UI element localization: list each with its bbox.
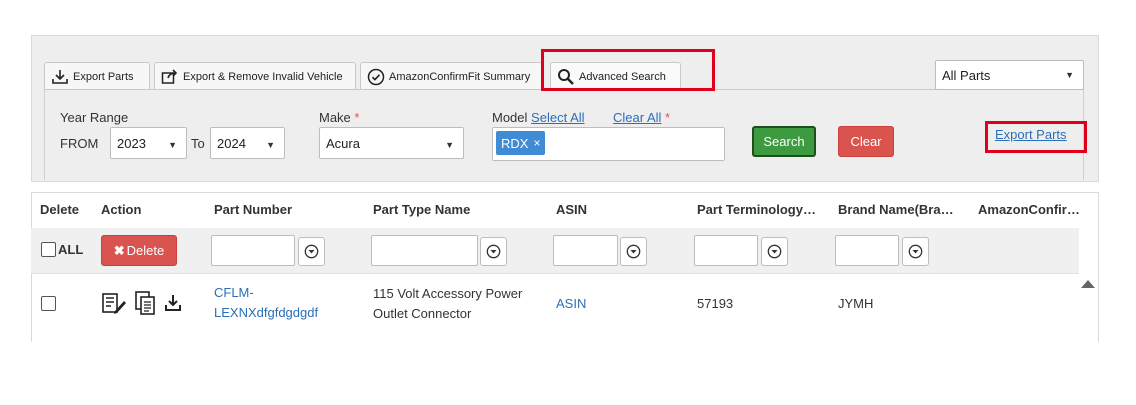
- year-to-select[interactable]: 2024 ▼: [210, 127, 285, 159]
- column-header-amazon-confirmfit[interactable]: AmazonConfir…: [978, 202, 1080, 217]
- chip-label: RDX: [501, 135, 529, 151]
- clear-all-wrap: Clear All *: [613, 110, 670, 125]
- from-label: FROM: [60, 136, 99, 151]
- parts-filter-value: All Parts: [942, 67, 991, 83]
- asin-filter-button[interactable]: [620, 237, 647, 266]
- select-all-link[interactable]: Select All: [531, 110, 584, 125]
- column-header-brand-name[interactable]: Brand Name(Bra…: [838, 202, 954, 217]
- tab-label: AmazonConfirmFit Summary: [389, 70, 531, 83]
- part-type-line: Outlet Connector: [373, 306, 472, 321]
- make-select[interactable]: Acura ▼: [319, 127, 464, 159]
- part-number-link[interactable]: CFLM- LEXNXdfgfdgdgdf: [214, 283, 318, 323]
- download-icon: [52, 69, 68, 84]
- model-label: Model Select All: [492, 110, 585, 125]
- brand-name-filter-input[interactable]: [835, 235, 899, 266]
- tab-export-parts[interactable]: Export Parts: [44, 62, 150, 90]
- year-from-value: 2023: [117, 135, 146, 151]
- make-value: Acura: [326, 135, 360, 151]
- part-type-filter-button[interactable]: [480, 237, 507, 266]
- select-all-checkbox[interactable]: [41, 242, 56, 257]
- part-number-filter-input[interactable]: [211, 235, 295, 266]
- row-divider: [31, 273, 1079, 274]
- all-label: ALL: [58, 242, 84, 257]
- filter-caret-icon: [767, 244, 782, 259]
- part-terminology-cell: 57193: [697, 296, 734, 311]
- delete-button[interactable]: ✖ Delete: [101, 235, 177, 266]
- share-icon: [161, 68, 178, 84]
- caret-down-icon: ▼: [445, 140, 454, 150]
- copy-icon[interactable]: [134, 290, 156, 316]
- download-icon[interactable]: [164, 294, 182, 312]
- caret-down-icon: ▼: [266, 140, 275, 150]
- required-mark: *: [354, 110, 360, 125]
- tab-label: Export Parts: [73, 70, 134, 83]
- search-icon: [558, 68, 574, 85]
- column-header-part-terminology[interactable]: Part Terminology…: [697, 202, 816, 217]
- model-label-text: Model: [492, 110, 528, 125]
- year-to-value: 2024: [217, 135, 246, 151]
- required-mark: *: [665, 110, 671, 125]
- model-multiselect[interactable]: RDX ×: [492, 127, 725, 161]
- tab-amazon-confirmfit-summary[interactable]: AmazonConfirmFit Summary: [360, 62, 544, 90]
- part-terminology-filter-button[interactable]: [761, 237, 788, 266]
- column-header-part-type-name[interactable]: Part Type Name: [373, 202, 470, 217]
- edit-icon[interactable]: [101, 292, 127, 314]
- part-number-line: CFLM-: [214, 285, 254, 300]
- row-checkbox[interactable]: [41, 296, 56, 311]
- make-label: Make *: [319, 110, 359, 125]
- filter-caret-icon: [908, 244, 923, 259]
- asin-link[interactable]: ASIN: [556, 294, 586, 314]
- tab-export-remove-invalid-vehicle[interactable]: Export & Remove Invalid Vehicle: [154, 62, 356, 90]
- year-range-label: Year Range: [60, 110, 129, 125]
- make-label-text: Make: [319, 110, 351, 125]
- part-number-filter-button[interactable]: [298, 237, 325, 266]
- part-type-filter-input[interactable]: [371, 235, 478, 266]
- filter-caret-icon: [626, 244, 641, 259]
- parts-filter-select[interactable]: All Parts ▼: [935, 60, 1084, 90]
- brand-name-filter-button[interactable]: [902, 237, 929, 266]
- tab-advanced-search[interactable]: Advanced Search: [550, 62, 681, 90]
- close-icon: ✖: [113, 242, 125, 258]
- column-header-part-number[interactable]: Part Number: [214, 202, 292, 217]
- brand-name-cell: JYMH: [838, 296, 874, 311]
- column-header-asin[interactable]: ASIN: [556, 202, 587, 217]
- check-circle-icon: [367, 68, 385, 85]
- column-header-action: Action: [101, 202, 142, 217]
- part-terminology-filter-input[interactable]: [694, 235, 758, 266]
- close-icon[interactable]: ×: [533, 136, 540, 150]
- part-number-line: LEXNXdfgfdgdgdf: [214, 305, 319, 320]
- model-chip-rdx: RDX ×: [496, 131, 546, 155]
- clear-button[interactable]: Clear: [838, 126, 894, 157]
- delete-label: Delete: [126, 243, 165, 258]
- to-label: To: [191, 136, 205, 151]
- asin-filter-input[interactable]: [553, 235, 618, 266]
- filter-caret-icon: [486, 244, 501, 259]
- tab-label: Advanced Search: [579, 70, 666, 83]
- caret-down-icon: ▼: [1065, 70, 1074, 80]
- scroll-up-arrow[interactable]: [1081, 280, 1095, 288]
- clear-all-link[interactable]: Clear All: [613, 110, 661, 125]
- part-type-name-cell: 115 Volt Accessory Power Outlet Connecto…: [373, 284, 522, 324]
- tab-label: Export & Remove Invalid Vehicle: [183, 70, 343, 83]
- filter-caret-icon: [304, 244, 319, 259]
- column-header-delete: Delete: [40, 202, 80, 217]
- year-from-select[interactable]: 2023 ▼: [110, 127, 187, 159]
- search-button[interactable]: Search: [752, 126, 816, 157]
- export-parts-link[interactable]: Export Parts: [995, 127, 1067, 142]
- part-type-line: 115 Volt Accessory Power: [373, 286, 523, 301]
- caret-down-icon: ▼: [168, 140, 177, 150]
